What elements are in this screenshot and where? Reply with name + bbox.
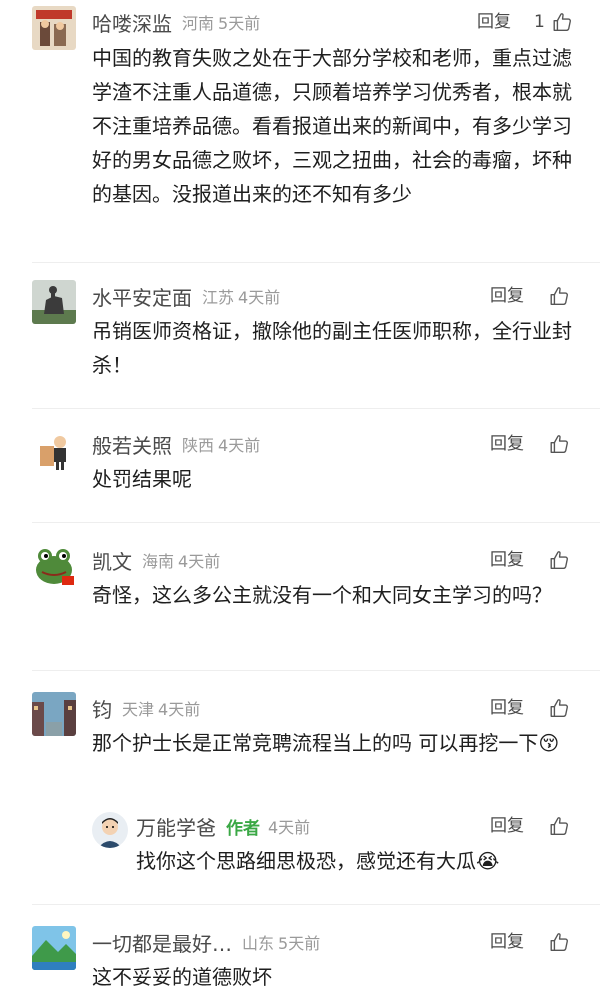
divider — [32, 904, 600, 905]
cartoon-person-avatar-icon[interactable] — [32, 428, 76, 472]
like-button[interactable] — [548, 429, 570, 459]
author-portrait-avatar-icon[interactable] — [92, 812, 128, 848]
thumbs-up-icon — [548, 433, 570, 455]
like-button[interactable] — [548, 281, 570, 311]
user-region: 河南 — [182, 14, 215, 33]
comment-time: 4天前 — [268, 818, 311, 837]
reply-button[interactable]: 回复 — [490, 811, 524, 841]
like-button[interactable] — [548, 693, 570, 723]
thumbs-up-icon — [548, 697, 570, 719]
divider — [32, 408, 600, 409]
comment-text: 那个护士长是正常竞聘流程当上的吗 可以再挖一下😚 — [92, 731, 560, 755]
thumbs-up-icon — [548, 285, 570, 307]
horse-statue-avatar-icon[interactable] — [32, 280, 76, 324]
user-name[interactable]: 哈喽深监 — [92, 8, 172, 37]
like-button[interactable]: 1 — [534, 7, 573, 37]
reply-button[interactable]: 回复 — [490, 429, 524, 459]
author-name[interactable]: 万能学爸 — [136, 812, 216, 841]
comment-text: 处罚结果呢 — [92, 467, 192, 491]
divider — [32, 670, 600, 671]
comment-time: 4天前 — [238, 288, 281, 307]
like-button[interactable] — [548, 811, 570, 841]
thumbs-up-icon — [548, 549, 570, 571]
user-name[interactable]: 钧 — [92, 694, 112, 723]
landscape-avatar-icon[interactable] — [32, 926, 76, 970]
user-region: 陕西 — [182, 436, 215, 455]
frog-avatar-icon[interactable] — [32, 544, 76, 588]
comment-text: 中国的教育失败之处在于大部分学校和老师，重点过滤学渣不注重人品道德，只顾着培养学… — [92, 46, 572, 206]
like-button[interactable] — [548, 927, 570, 957]
user-name[interactable]: 一切都是最好… — [92, 928, 232, 957]
reply-button[interactable]: 回复 — [490, 545, 524, 575]
comment-text: 吊销医师资格证，撤除他的副主任医师职称，全行业封杀！ — [92, 319, 572, 377]
reply-button[interactable]: 回复 — [490, 693, 524, 723]
user-region: 海南 — [142, 552, 175, 571]
user-region: 江苏 — [202, 288, 235, 307]
divider — [32, 522, 600, 523]
thumbs-up-icon — [548, 815, 570, 837]
user-name[interactable]: 般若关照 — [92, 430, 172, 459]
book-cover-avatar-icon[interactable] — [32, 6, 76, 50]
reply-button[interactable]: 回复 — [490, 927, 524, 957]
user-name[interactable]: 凯文 — [92, 546, 132, 575]
street-scene-avatar-icon[interactable] — [32, 692, 76, 736]
comment-time: 5天前 — [278, 934, 321, 953]
user-region: 山东 — [242, 934, 275, 953]
user-region: 天津 — [122, 700, 155, 719]
thumbs-up-icon — [551, 11, 573, 33]
comment-time: 4天前 — [218, 436, 261, 455]
comment-time: 4天前 — [178, 552, 221, 571]
reply-button[interactable]: 回复 — [490, 281, 524, 311]
comment-time: 4天前 — [158, 700, 201, 719]
thumbs-up-icon — [548, 931, 570, 953]
comment-text: 这不妥妥的道德败坏 — [92, 965, 272, 989]
comment-text: 找你这个思路细思极恐，感觉还有大瓜😭 — [136, 849, 500, 873]
divider — [32, 262, 600, 263]
user-name[interactable]: 水平安定面 — [92, 282, 192, 311]
like-button[interactable] — [548, 545, 570, 575]
comment-text: 奇怪，这么多公主就没有一个和大同女主学习的吗？ — [92, 583, 552, 607]
author-badge: 作者 — [226, 818, 260, 839]
comment-time: 5天前 — [218, 14, 261, 33]
reply-button[interactable]: 回复 — [477, 7, 511, 37]
like-count: 1 — [534, 12, 545, 32]
